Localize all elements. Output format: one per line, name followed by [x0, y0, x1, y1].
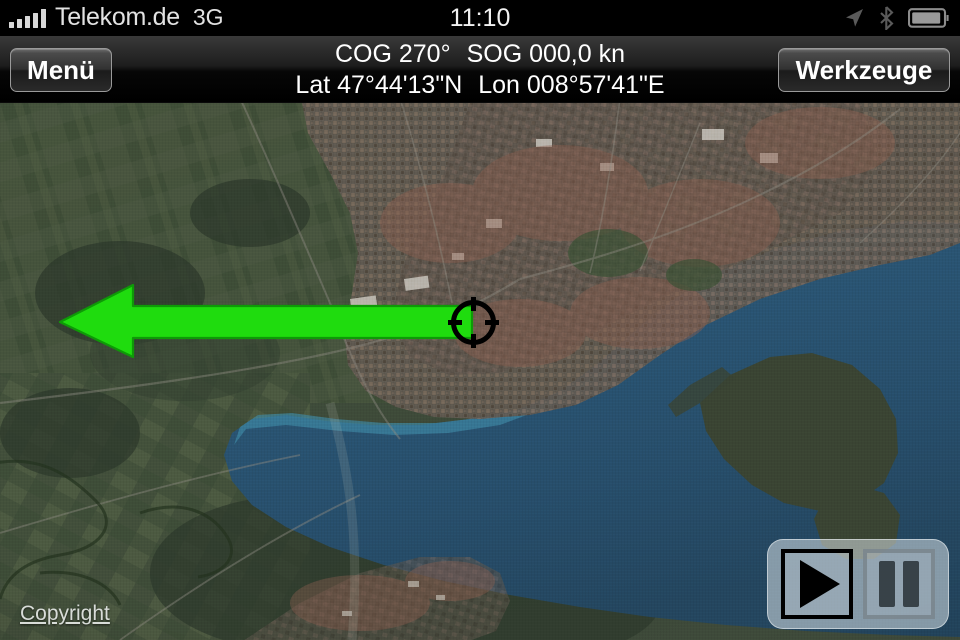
sog-readout: SOG 000,0 kn [466, 40, 626, 68]
cog-sog-line: COG 270° SOG 000,0 kn [335, 39, 625, 69]
longitude-readout: Lon 008°57'41"E [478, 71, 665, 99]
app-root: Telekom.de 3G 11:10 Menü COG 270° SOG 00… [0, 0, 960, 640]
carrier-name: Telekom.de [55, 2, 180, 31]
navigation-readout: COG 270° SOG 000,0 kn Lat 47°44'13"N Lon 0… [200, 36, 760, 103]
pause-icon [879, 561, 919, 607]
location-arrow-icon [843, 7, 865, 29]
copyright-link[interactable]: Copyright [20, 602, 110, 626]
status-bar-right [843, 0, 950, 36]
signal-bars-icon [9, 8, 46, 28]
playback-controls [767, 539, 949, 629]
lat-lon-line: Lat 47°44'13"N Lon 008°57'41"E [295, 70, 664, 100]
play-button[interactable] [781, 549, 853, 619]
bluetooth-icon [879, 6, 894, 30]
status-bar: Telekom.de 3G 11:10 [0, 0, 960, 36]
network-type-label: 3G [192, 3, 224, 30]
cog-readout: COG 270° [334, 40, 451, 68]
latitude-readout: Lat 47°44'13"N [295, 71, 463, 99]
battery-icon [908, 7, 950, 29]
menu-button[interactable]: Menü [10, 48, 112, 92]
map-view[interactable]: Copyright [0, 103, 960, 640]
status-bar-left: Telekom.de 3G [9, 2, 224, 31]
app-toolbar: Menü COG 270° SOG 000,0 kn Lat 47°44'13"N… [0, 36, 960, 103]
play-icon [800, 560, 840, 608]
tools-button[interactable]: Werkzeuge [778, 48, 950, 92]
pause-button[interactable] [863, 549, 935, 619]
